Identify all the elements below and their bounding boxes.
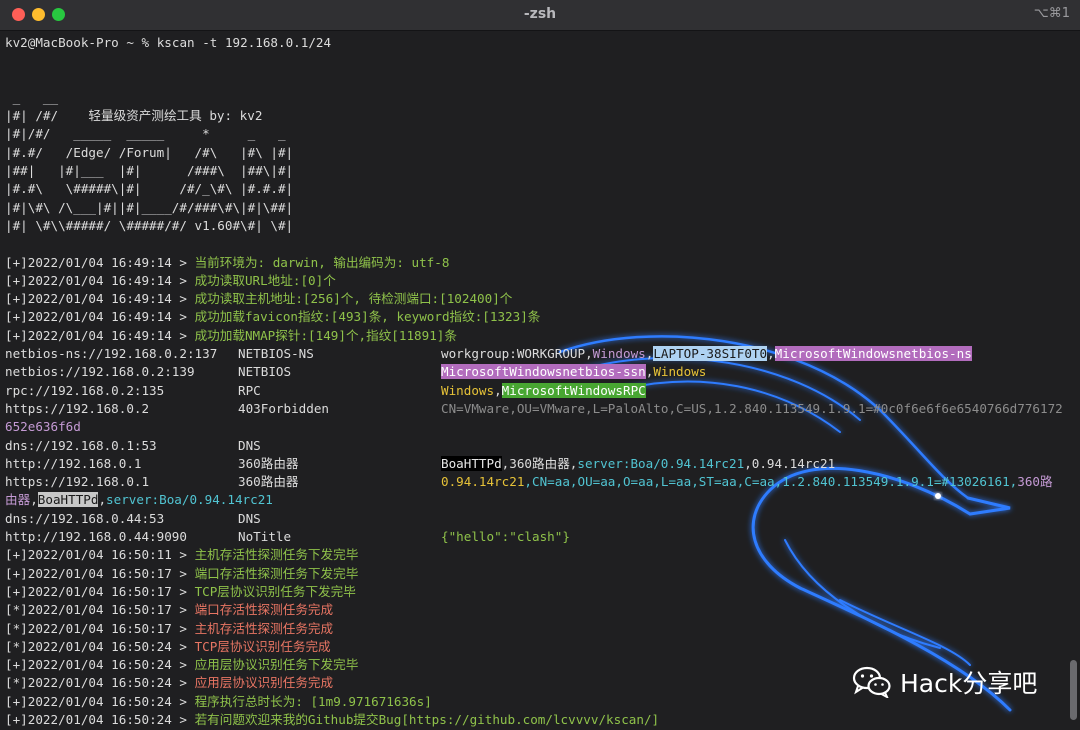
log-line: [+]2022/01/04 16:50:17 > 端口存活性探测任务下发完毕 <box>5 565 359 581</box>
result-url: https://192.168.0.2 <box>5 400 150 416</box>
result-url: http://192.168.0.1 <box>5 455 142 471</box>
banner-line: _ __ <box>5 89 59 105</box>
terminal-output[interactable]: kv2@MacBook-Pro ~ % kscan -t 192.168.0.1… <box>5 34 1066 730</box>
ascii-banner: _ __ |#| /#/ 轻量级资产测绘工具 by: kv2 |#|/#/ __… <box>5 89 1066 235</box>
result-title: 360路由器 <box>238 455 299 471</box>
result-detail: CN=VMware,OU=VMware,L=PaloAlto,C=US,1.2.… <box>441 400 1063 416</box>
result-detail: workgroup:WORKGROUP,Windows,LAPTOP-38SIF… <box>441 346 972 362</box>
watermark-text: Hack分享吧 <box>900 669 1038 698</box>
result-url: dns://192.168.0.1:53 <box>5 437 157 453</box>
log-line: [*]2022/01/04 16:50:17 > 端口存活性探测任务完成 <box>5 602 334 618</box>
result-row: rpc://192.168.0.2:135 RPC Windows,Microsof… <box>5 382 1066 400</box>
result-url: https://192.168.0.1 <box>5 474 150 490</box>
banner-line: |#|/#/ _____ _____ * _ _ <box>5 126 286 142</box>
result-wrap-line: 652e636f6d <box>5 419 81 435</box>
result-detail: {"hello":"clash"} <box>441 529 570 545</box>
result-detail: Windows,MicrosoftWindowsRPC <box>441 382 646 398</box>
result-url: netbios://192.168.0.2:139 <box>5 364 195 380</box>
log-line: [+]2022/01/04 16:49:14 > 当前环境为: darwin, … <box>5 254 450 270</box>
banner-line: |##| |#|___ |#| /###\ |##\|#| <box>5 163 294 179</box>
banner-line: |#.#\ \#####\|#| /#/_\#\ |#.#.#| <box>5 181 294 197</box>
result-title: NETBIOS-NS <box>238 346 314 362</box>
result-title: DNS <box>238 437 261 453</box>
banner-line: |#|\#\ /\___|#||#|____/#/###\#\|#|\##| <box>5 199 294 215</box>
log-line: [+]2022/01/04 16:49:14 > 成功加载favicon指纹:[… <box>5 309 541 325</box>
log-line: [*]2022/01/04 16:50:17 > 主机存活性探测任务完成 <box>5 620 334 636</box>
result-wrap-line: 由器,BoaHTTPd,server:Boa/0.94.14rc21 <box>5 492 273 508</box>
watermark: Hack分享吧 <box>852 662 1037 702</box>
result-title: NETBIOS <box>238 364 292 380</box>
banner-line: |#.#/ /Edge/ /Forum| /#\ |#\ |#| <box>5 144 294 160</box>
prompt-user-host: kv2@MacBook-Pro <box>5 35 119 50</box>
command-line: kv2@MacBook-Pro ~ % kscan -t 192.168.0.1… <box>5 34 1066 52</box>
result-title: NoTitle <box>238 529 292 545</box>
log-line: [+]2022/01/04 16:50:24 > 若有问题欢迎来我的Github… <box>5 711 660 727</box>
log-line: [+]2022/01/04 16:50:11 > 主机存活性探测任务下发完毕 <box>5 547 359 563</box>
result-row: netbios://192.168.0.2:139 NETBIOS Microsof… <box>5 363 1066 381</box>
result-title: RPC <box>238 382 261 398</box>
log-line: [+]2022/01/04 16:49:14 > 成功加载NMAP探针:[149… <box>5 327 457 343</box>
result-url: http://192.168.0.44:9090 <box>5 529 187 545</box>
banner-line: |#| /#/ 轻量级资产测绘工具 by: kv2 <box>5 108 263 124</box>
log-line: [+]2022/01/04 16:49:14 > 成功读取主机地址:[256]个… <box>5 291 513 307</box>
result-row: dns://192.168.0.44:53 DNS <box>5 510 1066 528</box>
result-row: https://192.168.0.1 360路由器 0.94.14rc21,CN=… <box>5 473 1066 491</box>
prompt-path: ~ <box>126 35 134 50</box>
result-title: DNS <box>238 510 261 526</box>
window-shortcut: ⌥⌘1 <box>1033 6 1070 21</box>
wechat-icon <box>852 666 891 698</box>
command-text: kscan -t 192.168.0.1/24 <box>156 35 332 50</box>
result-url: rpc://192.168.0.2:135 <box>5 382 165 398</box>
prompt-symbol: % <box>141 35 150 50</box>
result-row: dns://192.168.0.1:53 DNS <box>5 437 1066 455</box>
result-detail: MicrosoftWindowsnetbios-ssn,Windows <box>441 364 707 380</box>
log-line: [+]2022/01/04 16:50:17 > TCP层协议识别任务下发完毕 <box>5 583 356 599</box>
result-row: https://192.168.0.2 403Forbidden CN=VMware… <box>5 400 1066 418</box>
result-detail: 0.94.14rc21,CN=aa,OU=aa,O=aa,L=aa,ST=aa,… <box>441 474 1053 490</box>
log-line: [+]2022/01/04 16:49:14 > 成功读取URL地址:[0]个 <box>5 272 336 288</box>
result-url: netbios-ns://192.168.0.2:137 <box>5 346 218 362</box>
vertical-scrollbar[interactable] <box>1070 660 1077 720</box>
result-title: 403Forbidden <box>238 400 329 416</box>
window-title: -zsh <box>523 6 557 22</box>
result-row: http://192.168.0.1 360路由器 BoaHTTPd,360路由器,… <box>5 455 1066 473</box>
title-bar: -zsh ⌥⌘1 <box>0 0 1080 31</box>
banner-line: |#| \#\\#####/ \#####/#/ v1.60#\#| \#| <box>5 217 294 233</box>
result-title: 360路由器 <box>238 474 299 490</box>
log-line: [*]2022/01/04 16:50:24 > TCP层协议识别任务完成 <box>5 638 331 654</box>
terminal-window: -zsh ⌥⌘1 kv2@MacBook-Pro ~ % kscan -t 19… <box>0 0 1080 730</box>
result-row: http://192.168.0.44:9090 NoTitle {"hello":… <box>5 528 1066 546</box>
result-detail: BoaHTTPd,360路由器,server:Boa/0.94.14rc21,0… <box>441 455 836 471</box>
result-row: netbios-ns://192.168.0.2:137 NETBIOS-NS wo… <box>5 345 1066 363</box>
result-url: dns://192.168.0.44:53 <box>5 510 165 526</box>
